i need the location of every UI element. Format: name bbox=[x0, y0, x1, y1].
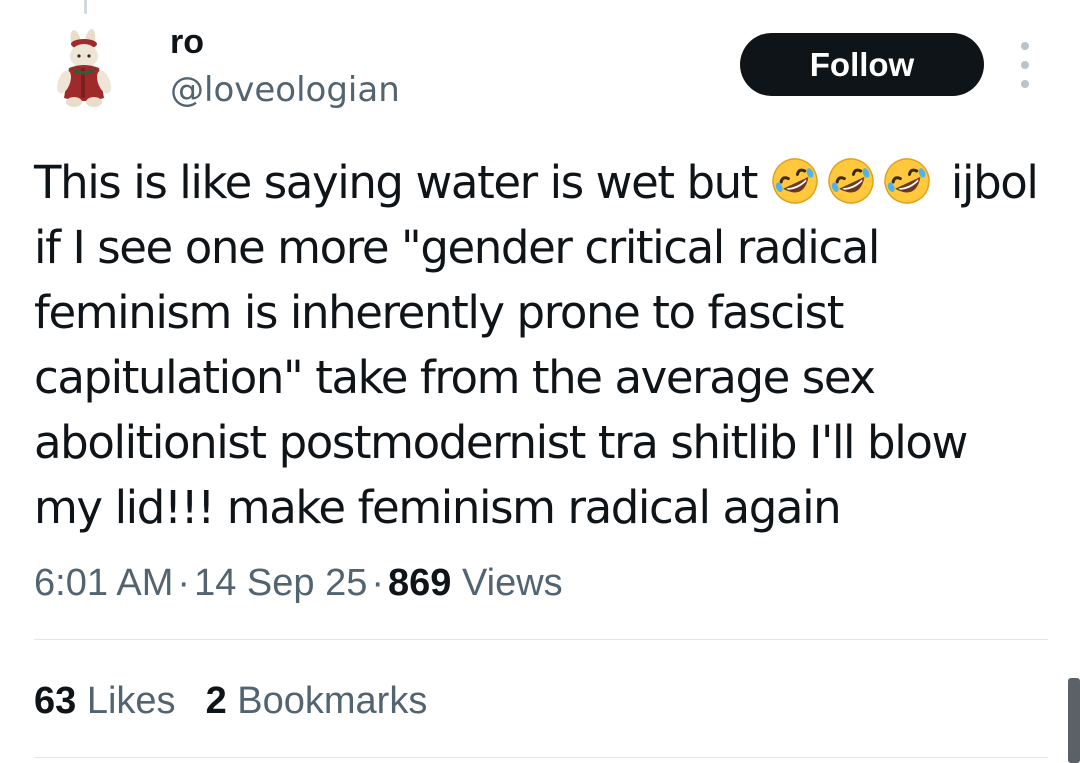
views-count: 869 bbox=[388, 562, 452, 604]
engagement-stats: 63 Likes 2 Bookmarks bbox=[34, 676, 427, 726]
bookmarks-stat[interactable]: 2 Bookmarks bbox=[206, 680, 428, 722]
views-label: Views bbox=[461, 562, 563, 604]
more-options-icon[interactable] bbox=[1013, 42, 1037, 88]
more-dot bbox=[1021, 80, 1029, 88]
author-display-name[interactable]: ro bbox=[170, 22, 400, 62]
thread-connector-line bbox=[84, 0, 87, 14]
follow-button[interactable]: Follow bbox=[740, 33, 984, 96]
bookmarks-label: Bookmarks bbox=[237, 680, 428, 722]
divider bbox=[34, 639, 1048, 640]
likes-stat[interactable]: 63 Likes bbox=[34, 680, 176, 722]
tweet-text: This is like saying water is wet but ijb… bbox=[34, 150, 1044, 540]
more-dot bbox=[1021, 61, 1029, 69]
divider bbox=[34, 757, 1048, 758]
meta-separator: · bbox=[177, 562, 191, 604]
author-handle[interactable]: @loveologian bbox=[170, 68, 400, 112]
rolling-on-floor-laughing-emoji bbox=[884, 158, 930, 204]
tweet-date[interactable]: 14 Sep 25 bbox=[194, 562, 367, 604]
tweet-text-part1: This is like saying water is wet but bbox=[34, 156, 758, 209]
rolling-on-floor-laughing-emoji bbox=[772, 158, 818, 204]
tweet-meta: 6:01 AM · 14 Sep 25 · 869 Views bbox=[34, 558, 563, 608]
bookmarks-count: 2 bbox=[205, 680, 227, 722]
scrollbar-thumb[interactable] bbox=[1068, 678, 1080, 763]
tweet-text-part2: ijbol if I see one more "gender critical… bbox=[34, 156, 1039, 534]
author-info: ro @loveologian bbox=[170, 22, 400, 112]
likes-label: Likes bbox=[86, 680, 176, 722]
tweet-time[interactable]: 6:01 AM bbox=[34, 562, 173, 604]
author-avatar[interactable] bbox=[42, 28, 126, 112]
more-dot bbox=[1021, 42, 1029, 50]
meta-separator: · bbox=[371, 562, 384, 604]
rolling-on-floor-laughing-emoji bbox=[828, 158, 874, 204]
likes-count: 63 bbox=[34, 680, 77, 722]
plush-bunny-avatar-icon bbox=[42, 28, 126, 112]
